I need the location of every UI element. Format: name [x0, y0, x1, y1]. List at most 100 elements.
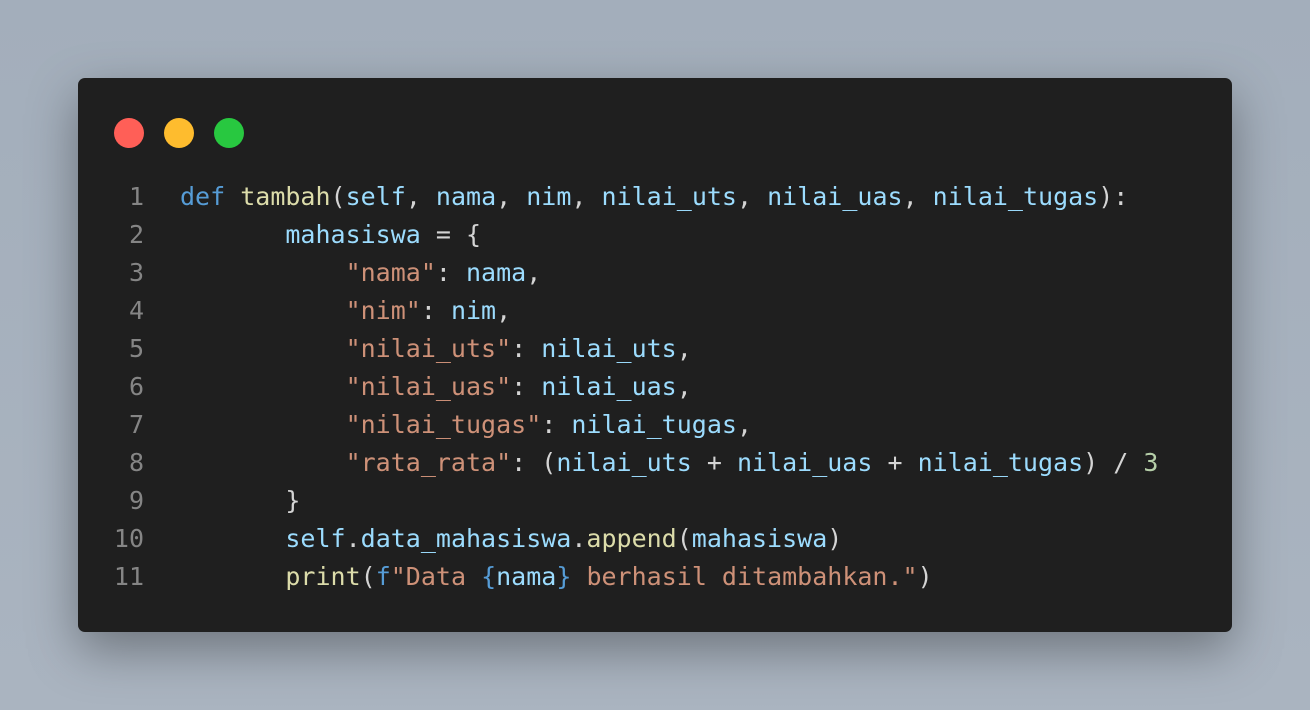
code-token: , [676, 372, 692, 401]
code-token: . [571, 524, 587, 553]
code-token: nilai_tugas [571, 410, 737, 439]
close-dot-icon [114, 118, 144, 148]
code-line: 2 mahasiswa = { [78, 216, 1232, 254]
code-token: nim [450, 296, 497, 325]
line-number: 5 [128, 334, 144, 363]
code-token: nama [496, 562, 557, 591]
code-line: 4 "nim": nim, [78, 292, 1232, 330]
code-token: = { [420, 220, 482, 249]
code-token: nilai_uts [556, 448, 692, 477]
code-token: "nilai_tugas" [345, 410, 542, 439]
code-token: f [375, 562, 391, 591]
code-token: nilai_uas [541, 372, 677, 401]
code-token: + [691, 448, 737, 477]
line-source: self.data_mahasiswa.append(mahasiswa) [180, 520, 842, 558]
line-source: "nilai_tugas": nilai_tugas, [180, 406, 752, 444]
minimize-dot-icon [164, 118, 194, 148]
code-token: self [345, 182, 406, 211]
code-token: . [345, 524, 361, 553]
code-token: { [481, 562, 497, 591]
code-token: ) / [1083, 448, 1144, 477]
code-token: , [736, 410, 752, 439]
code-token: nama [466, 258, 527, 287]
code-token: : [511, 372, 542, 401]
code-token: } [556, 562, 572, 591]
code-token: , [736, 182, 768, 211]
code-line: 6 "nilai_uas": nilai_uas, [78, 368, 1232, 406]
code-token: print [285, 562, 361, 591]
code-token: berhasil ditambahkan." [571, 562, 918, 591]
code-line: 9 } [78, 482, 1232, 520]
code-token: nilai_tugas [917, 448, 1084, 477]
code-token: def [180, 182, 226, 211]
code-token: ): [1098, 182, 1129, 211]
code-line: 5 "nilai_uts": nilai_uts, [78, 330, 1232, 368]
code-token: "nilai_uts" [345, 334, 512, 363]
code-token: , [571, 182, 602, 211]
code-token: : [511, 334, 542, 363]
maximize-dot-icon [214, 118, 244, 148]
code-token: : [435, 258, 466, 287]
code-token: nilai_uas [736, 448, 873, 477]
code-token: ( [676, 524, 692, 553]
line-number: 3 [128, 258, 144, 287]
line-number: 2 [128, 220, 144, 249]
line-source: "nilai_uts": nilai_uts, [180, 330, 692, 368]
code-token: , [526, 258, 542, 287]
code-token: nilai_uts [541, 334, 677, 363]
code-token: nilai_tugas [932, 182, 1099, 211]
code-token: "Data [390, 562, 482, 591]
code-line: 1 def tambah(self, nama, nim, nilai_uts, … [78, 178, 1232, 216]
code-token: : ( [511, 448, 557, 477]
code-token: nilai_uts [601, 182, 737, 211]
code-line: 8 "rata_rata": (nilai_uts + nilai_uas + … [78, 444, 1232, 482]
line-source: mahasiswa = { [180, 216, 481, 254]
line-number: 11 [113, 562, 144, 591]
code-token: : [420, 296, 451, 325]
code-token: ( [330, 182, 346, 211]
code-token: tambah [240, 182, 331, 211]
code-token: "nim" [345, 296, 421, 325]
line-number: 9 [128, 486, 144, 515]
code-token: , [902, 182, 933, 211]
code-token: data_mahasiswa [360, 524, 572, 553]
code-token: self [285, 524, 346, 553]
code-line: 11 print(f"Data {nama} berhasil ditambah… [78, 558, 1232, 596]
code-token: mahasiswa [691, 524, 828, 553]
code-line: 3 "nama": nama, [78, 254, 1232, 292]
line-number: 8 [128, 448, 144, 477]
code-token: ( [360, 562, 376, 591]
line-number: 7 [128, 410, 144, 439]
line-source: "rata_rata": (nilai_uts + nilai_uas + ni… [180, 444, 1159, 482]
line-source: "nama": nama, [180, 254, 542, 292]
line-number: 1 [128, 182, 144, 211]
line-source: def tambah(self, nama, nim, nilai_uts, n… [180, 178, 1128, 216]
line-number: 6 [128, 372, 144, 401]
code-token: , [496, 296, 512, 325]
code-token: : [541, 410, 572, 439]
line-source: print(f"Data {nama} berhasil ditambahkan… [180, 558, 932, 596]
code-window: 1 def tambah(self, nama, nim, nilai_uts, … [78, 78, 1232, 632]
code-token: , [676, 334, 692, 363]
code-line: 7 "nilai_tugas": nilai_tugas, [78, 406, 1232, 444]
line-number: 10 [113, 524, 144, 553]
code-token: ) [827, 524, 843, 553]
code-token: nim [526, 182, 572, 211]
code-line: 10 self.data_mahasiswa.append(mahasiswa) [78, 520, 1232, 558]
code-token: append [586, 524, 677, 553]
code-token: nama [435, 182, 497, 211]
code-token: mahasiswa [285, 220, 421, 249]
line-source: "nim": nim, [180, 292, 512, 330]
code-token: "nama" [345, 258, 436, 287]
code-token: } [285, 486, 301, 515]
code-token: "nilai_uas" [345, 372, 512, 401]
